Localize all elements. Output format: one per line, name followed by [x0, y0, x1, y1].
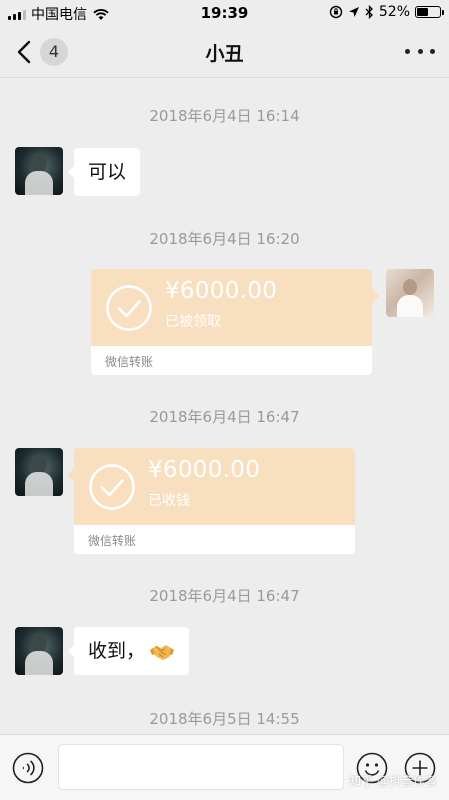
message-bubble[interactable]: 收到，	[67, 627, 190, 675]
message-text: 收到，	[88, 640, 146, 662]
transfer-amount: ¥6000.00	[165, 278, 278, 304]
transfer-card[interactable]: ¥6000.00 已被领取 微信转账	[91, 269, 379, 375]
orientation-lock-icon	[329, 5, 343, 19]
handshake-emoji-icon	[150, 644, 175, 660]
battery-percent: 52%	[378, 4, 410, 20]
timestamp: 2018年6月4日 16:47	[149, 587, 300, 605]
watermark: 知乎 @抖音作者	[349, 774, 437, 788]
battery-icon	[415, 6, 444, 18]
check-circle-icon	[89, 464, 135, 510]
input-bar	[0, 734, 449, 800]
timestamp: 2018年6月5日 14:55	[149, 710, 300, 728]
battery-fill	[417, 8, 429, 16]
check-circle-icon	[106, 285, 152, 331]
status-right: 52%	[329, 4, 444, 20]
transfer-amount: ¥6000.00	[148, 457, 261, 483]
transfer-label: 微信转账	[105, 355, 154, 369]
self-avatar[interactable]	[386, 269, 434, 317]
transfer-label: 微信转账	[88, 534, 137, 548]
location-icon	[348, 7, 359, 17]
more-button[interactable]	[405, 41, 435, 61]
timestamp: 2018年6月4日 16:20	[149, 230, 300, 248]
nav-bar: 4 小丑	[0, 26, 449, 78]
timestamp: 2018年6月4日 16:47	[149, 408, 300, 426]
message-input[interactable]	[58, 744, 344, 790]
timestamp: 2018年6月4日 16:14	[149, 107, 300, 125]
transfer-card[interactable]: ¥6000.00 已收钱 微信转账	[67, 448, 355, 554]
contact-avatar[interactable]	[15, 147, 63, 195]
message-bubble[interactable]: 可以	[67, 148, 141, 196]
bluetooth-icon	[365, 5, 373, 19]
chat-title: 小丑	[205, 43, 244, 65]
contact-avatar[interactable]	[15, 448, 63, 496]
transfer-status: 已被领取	[165, 314, 221, 330]
voice-icon[interactable]	[12, 752, 44, 784]
more-dots-icon	[405, 48, 410, 54]
status-bar: 中国电信 19:39 52%	[0, 0, 449, 26]
contact-avatar[interactable]	[15, 627, 63, 675]
transfer-status: 已收钱	[148, 493, 190, 509]
